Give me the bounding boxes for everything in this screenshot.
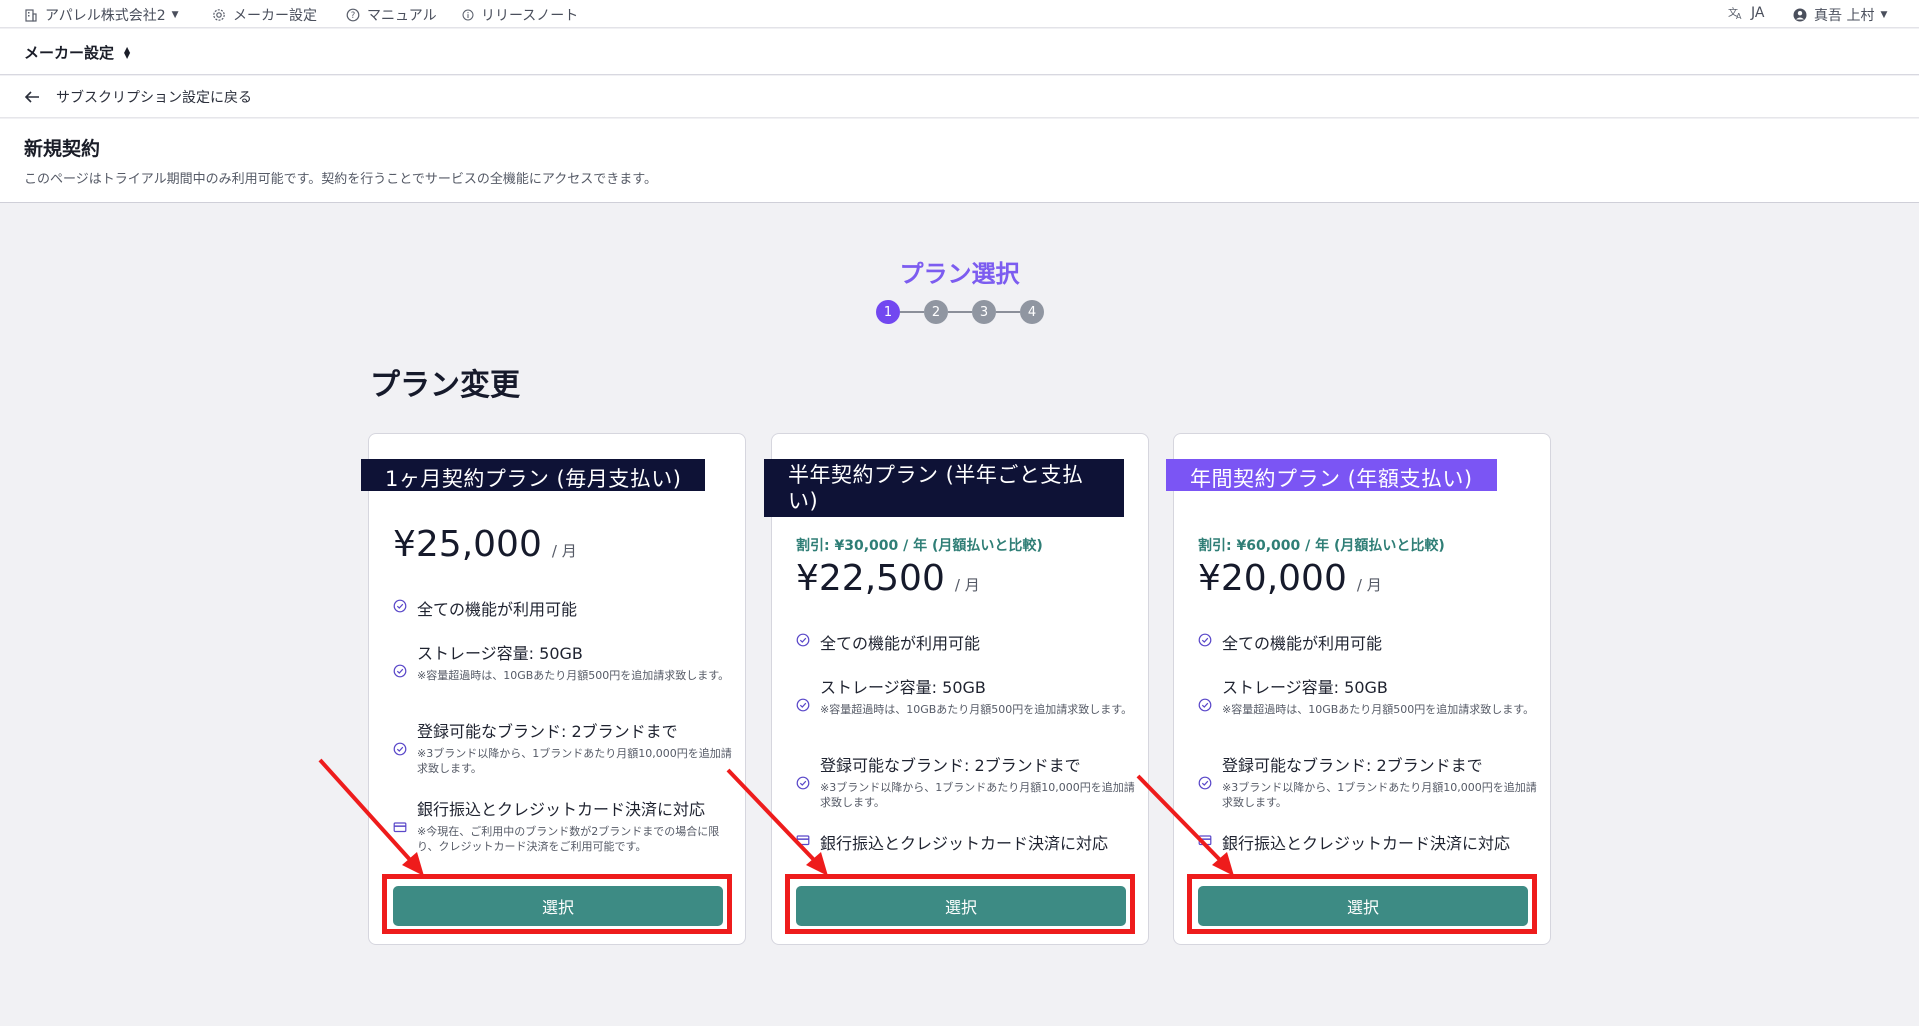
manual-label: マニュアル <box>367 8 437 24</box>
language-label: JA <box>1751 5 1765 21</box>
feature-item: 全ての機能が利用可能 <box>796 630 1141 654</box>
price-amount: ¥25,000 <box>393 524 542 565</box>
feature-note: ※3ブランド以降から、1ブランドあたり月額10,000円を追加請求致します。 <box>417 747 732 775</box>
step-1: 1 <box>876 300 900 324</box>
maker-settings-selector[interactable]: メーカー設定 ▲ ▼ <box>24 42 130 63</box>
feature-note: ※3ブランド以降から、1ブランドあたり月額10,000円を追加請求致します。 <box>1222 781 1537 809</box>
feature-text: 登録可能なブランド: 2ブランドまで <box>417 722 678 741</box>
feature-note: ※容量超過時は、10GBあたり月額500円を追加請求致します。 <box>820 703 1133 716</box>
discount-label: 割引: ¥60,000 / 年 (月額払いと比較) <box>1198 538 1445 554</box>
user-circle-icon <box>1793 8 1807 22</box>
step-2: 2 <box>924 300 948 324</box>
price-amount: ¥22,500 <box>796 558 945 599</box>
chevron-down-icon: ▼ <box>171 10 179 20</box>
maker-settings-link[interactable]: メーカー設定 <box>212 5 317 25</box>
back-link-label: サブスクリプション設定に戻る <box>56 90 252 106</box>
feature-item: 全ての機能が利用可能 <box>1198 630 1543 654</box>
chevron-down-icon: ▼ <box>1880 10 1888 20</box>
feature-note: ※容量超過時は、10GBあたり月額500円を追加請求致します。 <box>417 669 730 682</box>
annotation-arrow <box>318 758 424 876</box>
feature-item: ストレージ容量: 50GB ※容量超過時は、10GBあたり月額500円を追加請求… <box>796 674 1141 717</box>
plan-name: 1ヶ月契約プラン (毎月支払い) <box>361 459 706 491</box>
maker-settings-bar: メーカー設定 ▲ ▼ <box>0 29 1919 75</box>
discount-label: 割引: ¥30,000 / 年 (月額払いと比較) <box>796 538 1043 554</box>
price-unit: / 月 <box>954 576 980 594</box>
help-circle-icon: ? <box>346 8 360 22</box>
translate-icon: 文A <box>1728 6 1742 20</box>
feature-note: ※今現在、ご利用中のブランド数が2ブランドまでの場合に限り、クレジットカード決済… <box>417 825 720 853</box>
gear-icon <box>213 9 225 21</box>
stepper-connector <box>996 311 1020 313</box>
annotation-arrow <box>726 768 828 876</box>
plan-name: 年間契約プラン (年額支払い) <box>1166 459 1497 491</box>
language-switcher[interactable]: 文A JA <box>1728 5 1764 21</box>
feature-text: 全ての機能が利用可能 <box>820 634 981 653</box>
feature-text: ストレージ容量: 50GB <box>1222 678 1388 697</box>
step-4: 4 <box>1020 300 1044 324</box>
svg-text:?: ? <box>351 11 356 21</box>
svg-text:A: A <box>1736 12 1742 20</box>
step-3: 3 <box>972 300 996 324</box>
stepper-connector <box>900 311 924 313</box>
back-to-subscription-link[interactable]: サブスクリプション設定に戻る <box>24 87 252 107</box>
check-circle-icon <box>1198 633 1212 647</box>
feature-item: ストレージ容量: 50GB ※容量超過時は、10GBあたり月額500円を追加請求… <box>393 640 738 683</box>
arrow-left-icon <box>24 91 39 103</box>
info-icon <box>462 9 474 21</box>
page-description: このページはトライアル期間中のみ利用可能です。契約を行うことでサービスの全機能に… <box>24 172 657 187</box>
release-notes-link[interactable]: リリースノート <box>462 5 578 25</box>
feature-text: 登録可能なブランド: 2ブランドまで <box>1222 756 1483 775</box>
company-switcher[interactable]: アパレル株式会社2 ▼ <box>24 5 179 25</box>
check-circle-icon <box>796 633 810 647</box>
building-icon <box>25 9 37 22</box>
feature-note: ※容量超過時は、10GBあたり月額500円を追加請求致します。 <box>1222 703 1535 716</box>
check-circle-icon <box>1198 698 1212 712</box>
chevron-updown-icon: ▲ ▼ <box>124 44 131 60</box>
price-unit: / 月 <box>551 542 577 560</box>
feature-text: 全ての機能が利用可能 <box>1222 634 1383 653</box>
maker-settings-title: メーカー設定 <box>24 44 115 62</box>
section-title: プラン変更 <box>370 368 520 403</box>
stepper: 1 2 3 4 <box>876 300 1046 324</box>
feature-text: 銀行振込とクレジットカード決済に対応 <box>820 834 1109 853</box>
back-bar: サブスクリプション設定に戻る <box>0 76 1919 118</box>
page-header: 新規契約 このページはトライアル期間中のみ利用可能です。契約を行うことでサービス… <box>0 119 1919 203</box>
feature-text: 全ての機能が利用可能 <box>417 600 578 619</box>
feature-text: 銀行振込とクレジットカード決済に対応 <box>417 800 706 819</box>
feature-text: 銀行振込とクレジットカード決済に対応 <box>1222 834 1511 853</box>
page-title: 新規契約 <box>24 138 101 160</box>
user-name: 真吾 上村 <box>1814 8 1875 24</box>
manual-link[interactable]: ? マニュアル <box>346 5 437 25</box>
user-menu[interactable]: 真吾 上村 ▼ <box>1793 5 1887 25</box>
check-circle-icon <box>393 599 407 613</box>
check-circle-icon <box>796 698 810 712</box>
plan-price: ¥25,000 / 月 <box>393 524 577 565</box>
price-unit: / 月 <box>1356 576 1382 594</box>
feature-item: 銀行振込とクレジットカード決済に対応 ※今現在、ご利用中のブランド数が2ブランド… <box>393 796 738 854</box>
plan-name: 半年契約プラン (半年ごと支払い) <box>764 459 1124 517</box>
feature-text: 登録可能なブランド: 2ブランドまで <box>820 756 1081 775</box>
stepper-connector <box>948 311 972 313</box>
plan-price: ¥20,000 / 月 <box>1198 558 1382 599</box>
feature-text: ストレージ容量: 50GB <box>820 678 986 697</box>
company-name: アパレル株式会社2 <box>45 8 166 24</box>
maker-settings-label: メーカー設定 <box>233 8 317 24</box>
plan-price: ¥22,500 / 月 <box>796 558 980 599</box>
feature-text: ストレージ容量: 50GB <box>417 644 583 663</box>
feature-item: ストレージ容量: 50GB ※容量超過時は、10GBあたり月額500円を追加請求… <box>1198 674 1543 717</box>
feature-item: 全ての機能が利用可能 <box>393 596 738 620</box>
feature-item: 登録可能なブランド: 2ブランドまで ※3ブランド以降から、1ブランドあたり月額… <box>393 718 738 776</box>
feature-note: ※3ブランド以降から、1ブランドあたり月額10,000円を追加請求致します。 <box>820 781 1135 809</box>
check-circle-icon <box>393 664 407 678</box>
annotation-arrow <box>1136 774 1234 876</box>
step-title: プラン選択 <box>899 260 1020 288</box>
top-bar: アパレル株式会社2 ▼ メーカー設定 ? マニュアル リリースノート 文A JA… <box>0 0 1919 28</box>
release-notes-label: リリースノート <box>481 8 579 24</box>
price-amount: ¥20,000 <box>1198 558 1347 599</box>
annotation-highlight-box <box>382 874 732 934</box>
